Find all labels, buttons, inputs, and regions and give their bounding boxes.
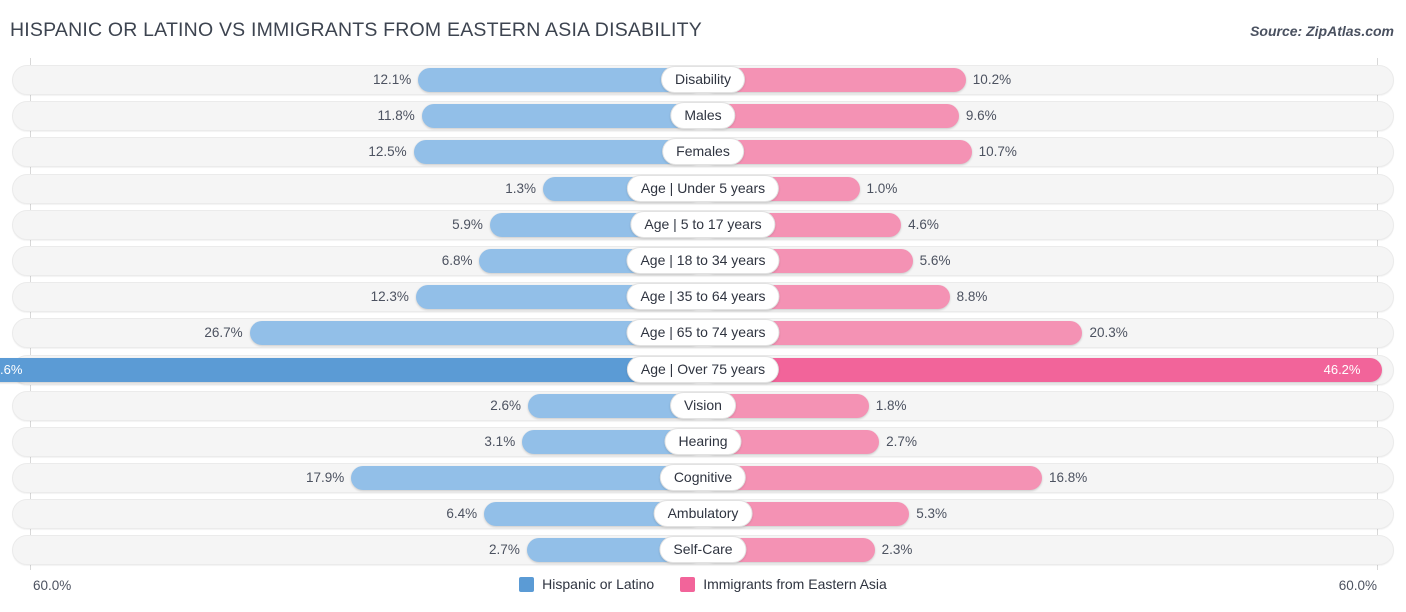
value-label-left: 50.6% (0, 361, 23, 377)
category-label: Age | 18 to 34 years (626, 246, 780, 274)
value-label-right: 20.3% (1089, 325, 1128, 341)
category-label: Self-Care (659, 536, 747, 564)
value-label-left: 2.7% (489, 542, 520, 558)
bar-immigrants-from-eastern-asia (703, 104, 959, 129)
category-label: Ambulatory (653, 500, 753, 528)
chart-legend: Hispanic or Latino Immigrants from Easter… (0, 576, 1406, 592)
value-label-left: 26.7% (204, 325, 243, 341)
category-label: Vision (670, 391, 736, 419)
source-attribution: Source: ZipAtlas.com (1250, 23, 1394, 39)
category-label: Age | Under 5 years (626, 174, 780, 202)
value-label-right: 10.2% (972, 72, 1012, 87)
value-label-left: 12.5% (368, 144, 407, 160)
table-row: 3.1% 2.7% Hearing (0, 424, 1406, 460)
value-label-left: 17.9% (305, 470, 345, 486)
category-label: Cognitive (659, 464, 747, 492)
legend-swatch-icon (680, 576, 696, 592)
value-label-right: 8.8% (956, 289, 988, 305)
value-label-right: 5.3% (916, 506, 947, 522)
value-label-left: 6.4% (446, 506, 478, 522)
table-row: 6.4% 5.3% Ambulatory (0, 496, 1406, 532)
table-row: 6.8% 5.6% Age | 18 to 34 years (0, 243, 1406, 279)
value-label-left: 3.1% (484, 433, 516, 449)
category-label: Hearing (664, 427, 742, 455)
value-label-left: 12.1% (372, 72, 412, 87)
chart-header: HISPANIC OR LATINO VS IMMIGRANTS FROM EA… (0, 0, 1406, 56)
bar-hispanic-or-latino (351, 466, 703, 491)
legend-label: Immigrants from Eastern Asia (703, 576, 887, 592)
value-label-right: 46.2% (1323, 361, 1361, 377)
table-row: 50.6% 46.2% Age | Over 75 years (0, 352, 1406, 388)
value-label-right: 2.3% (881, 542, 913, 558)
table-row: 12.3% 8.8% Age | 35 to 64 years (0, 279, 1406, 315)
legend-item[interactable]: Immigrants from Eastern Asia (680, 576, 887, 592)
category-label: Disability (660, 66, 746, 93)
value-label-right: 4.6% (908, 216, 939, 232)
table-row: 2.7% 2.3% Self-Care (0, 532, 1406, 568)
category-label: Age | 35 to 64 years (626, 283, 780, 311)
category-label: Age | Over 75 years (626, 355, 780, 383)
value-label-right: 5.6% (919, 252, 951, 268)
table-row: 2.6% 1.8% Vision (0, 388, 1406, 424)
value-label-left: 11.8% (377, 108, 415, 124)
value-label-left: 6.8% (441, 252, 473, 268)
value-label-left: 12.3% (370, 289, 409, 305)
page-title: HISPANIC OR LATINO VS IMMIGRANTS FROM EA… (10, 19, 702, 41)
bar-hispanic-or-latino (421, 104, 703, 129)
category-label: Age | 5 to 17 years (630, 210, 776, 238)
bar-hispanic-or-latino (413, 140, 703, 165)
bar-hispanic-or-latino (0, 357, 703, 382)
value-label-right: 2.7% (886, 433, 917, 449)
value-label-right: 10.7% (978, 144, 1017, 160)
category-label: Males (670, 102, 736, 130)
legend-label: Hispanic or Latino (542, 576, 655, 592)
table-row: 5.9% 4.6% Age | 5 to 17 years (0, 207, 1406, 243)
bar-rows: 12.1% 10.2% Disability 11.8% 9.6% Males 12.5% 1… (0, 62, 1406, 569)
table-row: 26.7% 20.3% Age | 65 to 74 years (0, 315, 1406, 351)
table-row: 12.1% 10.2% Disability (0, 62, 1406, 98)
value-label-right: 1.8% (875, 397, 907, 413)
table-row: 1.3% 1.0% Age | Under 5 years (0, 171, 1406, 207)
value-label-left: 2.6% (490, 397, 521, 413)
bar-immigrants-from-eastern-asia (703, 357, 1382, 382)
plot-area: 12.1% 10.2% Disability 11.8% 9.6% Males 12.5% 1… (0, 58, 1406, 570)
value-label-left: 5.9% (452, 216, 483, 232)
table-row: 17.9% 16.8% Cognitive (0, 460, 1406, 496)
chart-root: HISPANIC OR LATINO VS IMMIGRANTS FROM EA… (0, 0, 1406, 612)
table-row: 12.5% 10.7% Females (0, 134, 1406, 170)
value-label-left: 1.3% (505, 180, 536, 196)
legend-swatch-icon (519, 576, 535, 592)
value-label-right: 16.8% (1049, 470, 1088, 486)
table-row: 11.8% 9.6% Males (0, 98, 1406, 134)
chart-footer: 60.0% 60.0% Hispanic or Latino Immigrants… (0, 570, 1406, 612)
value-label-right: 9.6% (965, 108, 997, 124)
value-label-right: 1.0% (866, 180, 898, 196)
category-label: Females (662, 138, 744, 166)
bar-immigrants-from-eastern-asia (703, 466, 1043, 491)
legend-item[interactable]: Hispanic or Latino (519, 576, 654, 592)
category-label: Age | 65 to 74 years (626, 319, 780, 347)
